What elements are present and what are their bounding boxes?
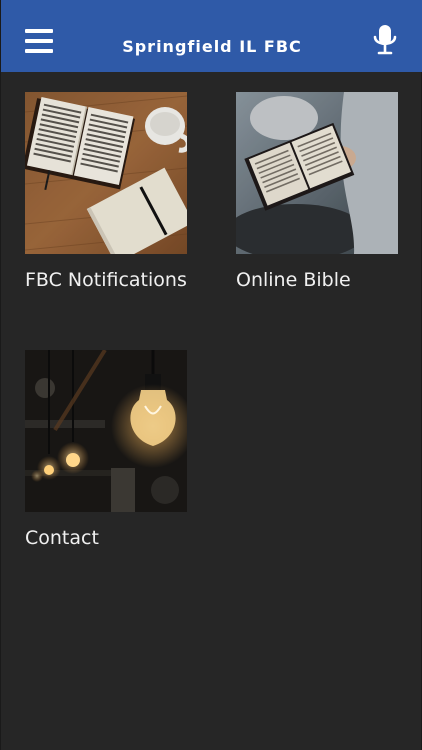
open-bible-with-coffee-photo <box>25 92 187 254</box>
tile-contact[interactable]: Contact <box>25 350 195 555</box>
microphone-icon[interactable] <box>373 24 397 56</box>
app-title: Springfield IL FBC <box>122 37 302 56</box>
app-screen: Springfield IL FBC FBC Notifications Onl… <box>0 0 422 750</box>
tile-label: FBC Notifications <box>25 269 187 291</box>
tile-label: Contact <box>25 527 99 549</box>
app-header: Springfield IL FBC <box>1 0 422 72</box>
light-bulbs-photo <box>25 350 187 512</box>
tile-fbc-notifications[interactable]: FBC Notifications <box>25 92 195 297</box>
menu-line <box>25 29 53 33</box>
person-reading-bible-photo <box>236 92 398 254</box>
tile-label: Online Bible <box>236 269 351 291</box>
tile-online-bible[interactable]: Online Bible <box>236 92 406 297</box>
